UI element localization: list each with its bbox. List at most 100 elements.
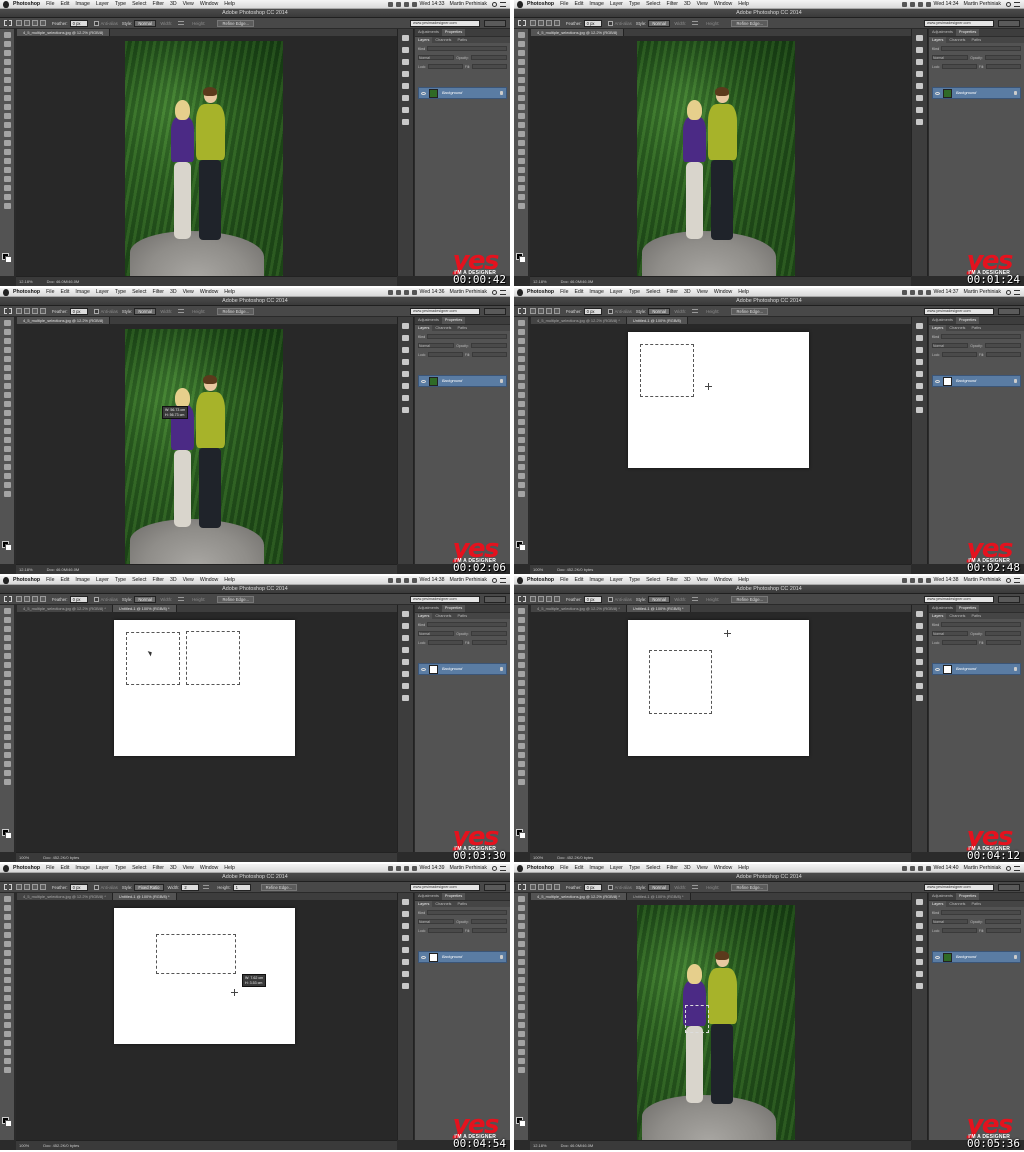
document-tab-1[interactable]: 4_5_multiple_selections.jpg @ 12.2% (RGB… (531, 605, 627, 612)
type-tool-icon[interactable] (517, 455, 525, 461)
menu-layer[interactable]: Layer (96, 577, 109, 583)
visibility-eye-icon[interactable] (935, 955, 940, 959)
clone-source-icon[interactable] (402, 683, 409, 689)
paragraph-icon[interactable] (916, 359, 923, 365)
crop-tool-icon[interactable] (3, 932, 11, 938)
opacity-input[interactable] (470, 343, 507, 348)
move-tool-icon[interactable] (3, 320, 11, 326)
document-tab-1[interactable]: 4_5_multiple_selections.jpg @ 12.2% (RGB… (17, 605, 113, 612)
quick-select-tool-icon[interactable] (517, 635, 525, 641)
menu-layer[interactable]: Layer (610, 865, 623, 871)
antialias-checkbox[interactable] (93, 308, 99, 314)
kind-filter-select[interactable] (941, 910, 1021, 915)
style-select[interactable]: Normal (134, 19, 157, 27)
doc-size-info[interactable]: Doc: 452.2K/0 bytes (557, 567, 593, 572)
tab-channels[interactable]: Channels (946, 325, 968, 331)
blur-tool-icon[interactable] (3, 428, 11, 434)
menu-help[interactable]: Help (738, 865, 749, 871)
character-icon[interactable] (402, 347, 409, 353)
app-menu[interactable]: Photoshop (13, 1, 40, 7)
crop-tool-icon[interactable] (3, 68, 11, 74)
app-menu[interactable]: Photoshop (527, 577, 554, 583)
eyedropper-tool-icon[interactable] (517, 653, 525, 659)
menu-image[interactable]: Image (589, 865, 603, 871)
brush-icon[interactable] (402, 95, 409, 101)
notification-list-icon[interactable] (500, 289, 506, 295)
background-color-swatch[interactable] (5, 1120, 12, 1127)
menu-layer[interactable]: Layer (610, 577, 623, 583)
brush-tool-icon[interactable] (3, 383, 11, 389)
menu-filter[interactable]: Filter (666, 1, 678, 7)
menu-image[interactable]: Image (75, 1, 89, 7)
tab-channels[interactable]: Channels (432, 613, 454, 619)
lock-buttons[interactable] (942, 352, 977, 357)
opacity-input[interactable] (470, 55, 507, 60)
height-input[interactable]: 1 (232, 883, 251, 891)
document-tab-2[interactable]: Untitled-1 @ 100% (RGB/8) * (626, 605, 691, 612)
menu-select[interactable]: Select (132, 1, 146, 7)
workspace-switcher[interactable] (484, 884, 506, 891)
zoom-level[interactable]: 100% (533, 567, 543, 572)
gradient-tool-icon[interactable] (3, 419, 11, 425)
path-select-tool-icon[interactable] (3, 752, 11, 758)
spotlight-search-icon[interactable] (1006, 865, 1011, 871)
info-icon[interactable] (916, 947, 923, 953)
selection-mode-button-3[interactable] (546, 596, 552, 602)
wifi-icon[interactable] (917, 289, 923, 295)
gradient-tool-icon[interactable] (3, 131, 11, 137)
notification-list-icon[interactable] (1014, 289, 1020, 295)
tab-adjustments[interactable]: Adjustments (929, 605, 956, 612)
sync-icon[interactable] (395, 289, 401, 295)
selection-mode-button-2[interactable] (24, 596, 30, 602)
feather-input[interactable]: 0 px (583, 307, 602, 315)
type-tool-icon[interactable] (3, 455, 11, 461)
tab-adjustments[interactable]: Adjustments (929, 29, 956, 36)
menu-window[interactable]: Window (714, 1, 732, 7)
menu-help[interactable]: Help (738, 577, 749, 583)
healing-tool-icon[interactable] (3, 86, 11, 92)
menu-file[interactable]: File (560, 289, 568, 295)
healing-tool-icon[interactable] (3, 374, 11, 380)
lasso-tool-icon[interactable] (3, 338, 11, 344)
selection-mode-button-2[interactable] (538, 308, 544, 314)
user-name[interactable]: Martin Perhiniak (450, 865, 487, 871)
crop-tool-icon[interactable] (3, 644, 11, 650)
marquee-tool-icon[interactable] (3, 905, 11, 911)
document-tab-1[interactable]: 4_5_multiple_selections.jpg @ 12.2% (RGB… (531, 317, 627, 324)
user-name[interactable]: Martin Perhiniak (964, 1, 1001, 7)
wifi-icon[interactable] (403, 1, 409, 7)
notification-list-icon[interactable] (500, 865, 506, 871)
eraser-tool-icon[interactable] (3, 698, 11, 704)
spotlight-search-icon[interactable] (492, 865, 497, 871)
document-tab-1[interactable]: 4_5_multiple_selections.jpg @ 12.2% (RGB… (17, 317, 111, 324)
zoom-tool-icon[interactable] (3, 1067, 11, 1073)
visibility-eye-icon[interactable] (935, 667, 940, 671)
selection-mode-button-2[interactable] (24, 308, 30, 314)
dodge-tool-icon[interactable] (3, 1013, 11, 1019)
history-brush-tool-icon[interactable] (3, 977, 11, 983)
menu-select[interactable]: Select (646, 577, 660, 583)
tab-layers[interactable]: Layers (415, 37, 433, 43)
info-icon[interactable] (402, 83, 409, 89)
zoom-level[interactable]: 12.18% (533, 279, 547, 284)
menu-file[interactable]: File (560, 865, 568, 871)
user-name[interactable]: Martin Perhiniak (964, 289, 1001, 295)
history-icon[interactable] (402, 611, 409, 617)
menu-file[interactable]: File (560, 577, 568, 583)
tab-properties[interactable]: Properties (441, 893, 466, 900)
paragraph-icon[interactable] (402, 359, 409, 365)
type-tool-icon[interactable] (517, 1031, 525, 1037)
hand-tool-icon[interactable] (3, 1058, 11, 1064)
swap-dimensions-icon[interactable] (692, 21, 699, 25)
menu-window[interactable]: Window (200, 1, 218, 7)
gradient-tool-icon[interactable] (3, 995, 11, 1001)
dodge-tool-icon[interactable] (517, 437, 525, 443)
menu-help[interactable]: Help (224, 865, 235, 871)
workspace-field[interactable]: www.yesimadesigner.com (410, 308, 480, 315)
document-canvas[interactable] (530, 900, 911, 1143)
history-icon[interactable] (916, 611, 923, 617)
type-tool-icon[interactable] (517, 167, 525, 173)
selection-mode-button-3[interactable] (546, 308, 552, 314)
menu-type[interactable]: Type (629, 289, 640, 295)
marquee-tool-preset-icon[interactable] (4, 308, 12, 314)
